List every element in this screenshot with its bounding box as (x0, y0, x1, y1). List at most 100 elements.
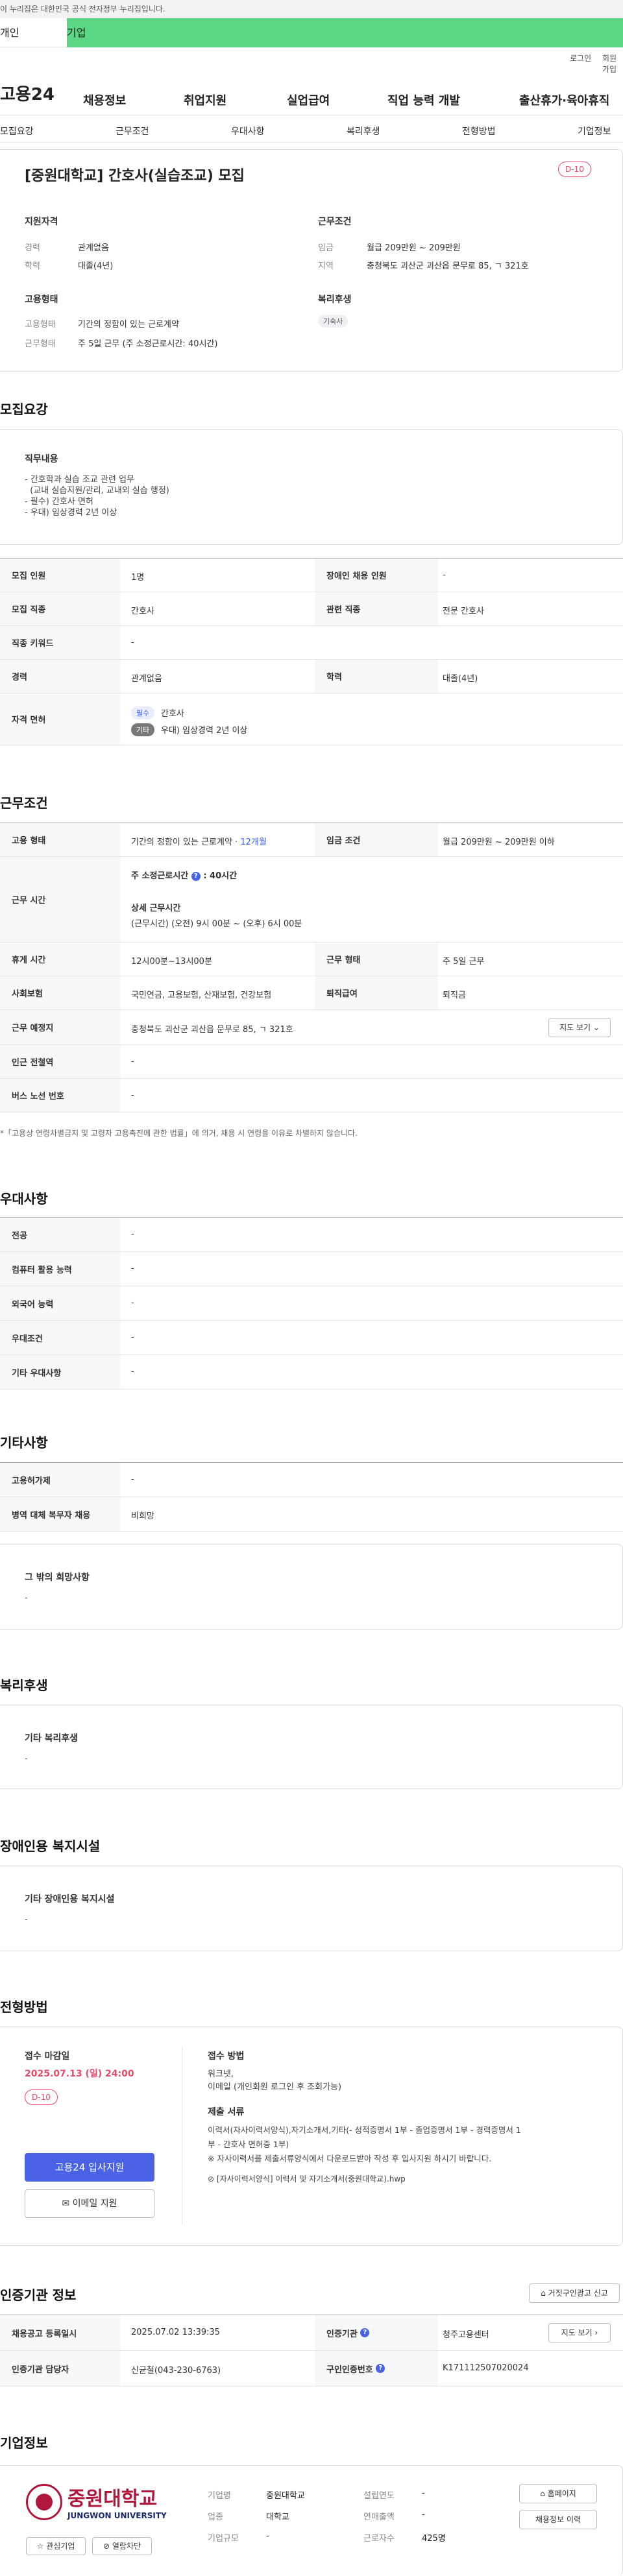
agency-table: 채용공고 등록일시 2025.07.02 13:39:35 인증기관 ? 청주고… (0, 2315, 623, 2387)
row-value: 1명 (131, 573, 145, 583)
row-header: 고용 형태 (0, 823, 120, 856)
chevron-down-icon: ⌄ (592, 1023, 600, 1032)
site-logo[interactable]: 고용24 (0, 81, 55, 105)
agency-map-button[interactable]: 지도 보기 › (548, 2323, 611, 2342)
apply-box: 접수 마감일 2025.07.13 (일) 24:00 D-10 고용24 입사… (0, 2027, 623, 2246)
subnav-work[interactable]: 근무조건 (116, 125, 149, 138)
industry-label: 업종 (208, 2512, 223, 2522)
row-value: - (131, 638, 134, 647)
documents-line: 부 - 간호사 면허증 1부) (208, 2139, 289, 2149)
tab-company[interactable]: 기업 (67, 18, 623, 47)
login-link[interactable]: 로그인 (570, 53, 591, 64)
company-name-label: 기업명 (208, 2491, 231, 2501)
row-header: 근무 시간 (0, 857, 120, 942)
row-header: 근무 형태 (315, 943, 438, 976)
info-icon[interactable]: ? (191, 871, 201, 881)
row-header: 직종 키워드 (0, 626, 120, 659)
row-value: - (131, 1298, 134, 1308)
company-name-value: 중원대학교 (266, 2491, 305, 2501)
table-row: 모집 인원 1명 장애인 채용 인원 - (0, 559, 623, 592)
email-apply-button[interactable]: ✉ 이메일 지원 (25, 2189, 154, 2218)
tab-company-label: 기업 (67, 27, 86, 39)
welfare-box-title: 기타 복리후생 (25, 1733, 79, 1744)
row-header: 모집 인원 (0, 559, 120, 592)
resume-file-link[interactable]: ⊘ [자사이력서양식] 이력서 및 자기소개서(중원대학교).hwp (208, 2174, 406, 2185)
sales-value: - (422, 2510, 425, 2520)
duty-line: (교내 실습지원/관리, 교내외 실습 행정) (25, 486, 169, 496)
attachment-icon: ⊘ (208, 2174, 215, 2184)
row-header: 외국어 능력 (0, 1286, 120, 1320)
job-history-button[interactable]: 채용정보 이력 (519, 2510, 597, 2529)
row-header: 휴게 시간 (0, 943, 120, 976)
university-seal-icon (26, 2484, 62, 2520)
map-button[interactable]: 지도 보기 ⌄ (548, 1018, 611, 1037)
duty-line: - 우대) 임상경력 2년 이상 (25, 508, 117, 518)
row-value: 월급 209만원 ~ 209만원 이하 (443, 837, 555, 847)
employment-type: 기간의 정함이 있는 근로계약 · (131, 837, 241, 847)
gnb-menu-jobs[interactable]: 채용정보 (83, 91, 126, 108)
license-value: 간호사 (161, 709, 184, 719)
hours-detail: (근무시간) (오전) 9시 00분 ~ (오후) 6시 00분 (131, 919, 302, 929)
license-value: 우대) 임상경력 2년 이상 (161, 726, 248, 736)
education-value: 대졸(4년) (78, 261, 114, 271)
method-line: 워크넷, (208, 2069, 234, 2079)
gnb-menu-unemployment-benefit[interactable]: 실업급여 (287, 91, 330, 108)
subnav-selection[interactable]: 전형방법 (462, 125, 496, 138)
row-header: 학력 (315, 660, 438, 693)
info-icon[interactable]: ? (360, 2328, 370, 2337)
facility-box-value: - (25, 1915, 28, 1925)
tab-person[interactable]: 개인 (0, 18, 67, 47)
area-value: 충청북도 괴산군 괴산읍 문무로 85, ㄱ 321호 (367, 261, 529, 271)
row-header: 경력 (0, 660, 120, 693)
other-table: 고용허가제 - 병역 대체 복무자 채용 비희망 (0, 1462, 623, 1532)
row-value: - (131, 1090, 134, 1100)
row-header: 사회보험 (0, 976, 120, 1009)
selection-section-title: 전형방법 (0, 1999, 48, 2015)
info-icon[interactable]: ? (376, 2364, 385, 2373)
subnav-welfare[interactable]: 복리후생 (347, 125, 380, 138)
method-line: 이메일 (개인회원 로그인 후 조회가능) (208, 2082, 342, 2092)
education-label: 학력 (25, 261, 40, 271)
hope-box: 그 밖의 희망사항 - (0, 1544, 623, 1630)
established-value: - (422, 2488, 425, 2498)
license-other-tag: 기타 (131, 723, 155, 736)
apply-button[interactable]: 고용24 입사지원 (25, 2153, 154, 2182)
row-header: 우대조건 (0, 1321, 120, 1354)
row-value: 비희망 (131, 1511, 154, 1521)
job-title: [중원대학교] 간호사(실습조교) 모집 (25, 168, 245, 184)
favorite-company-label: 관심기업 (46, 2542, 75, 2551)
false-ad-report-label: 거짓구인광고 신고 (548, 2289, 608, 2298)
employees-label: 근로자수 (363, 2534, 395, 2544)
other-section-title: 기타사항 (0, 1435, 48, 1451)
conditions-title: 근무조건 (318, 217, 352, 227)
homepage-button[interactable]: ⌂ 홈페이지 (519, 2484, 597, 2503)
subnav-company[interactable]: 기업정보 (578, 125, 611, 138)
row-header: 구인인증번호 ? (315, 2351, 438, 2386)
method-title: 접수 방법 (208, 2051, 245, 2062)
row-value: 간호사 (131, 607, 154, 616)
gov-banner: 이 누리집은 대한민국 공식 전자정부 누리집입니다. (0, 0, 623, 18)
home-icon: ⌂ (540, 2489, 545, 2498)
envelope-icon: ✉ (62, 2198, 70, 2209)
row-header: 전공 (0, 1218, 120, 1251)
favorite-company-button[interactable]: ☆ 관심기업 (26, 2537, 86, 2555)
preference-section-title: 우대사항 (0, 1191, 48, 1207)
weekly-hours-label: 주 소정근로시간 (131, 871, 189, 881)
false-ad-report-button[interactable]: ⌂ 거짓구인광고 신고 (529, 2283, 620, 2303)
row-value: - (131, 1332, 134, 1342)
table-row: 자격 면허 필수 간호사 기타 우대) 임상경력 2년 이상 (0, 693, 623, 745)
block-company-button[interactable]: ⊘ 열람차단 (92, 2537, 152, 2555)
weekly-hours: 주 소정근로시간 ? : 40시간 (131, 869, 237, 881)
agency-section-title: 인증기관 정보 (0, 2287, 77, 2303)
subnav-preference[interactable]: 우대사항 (231, 125, 265, 138)
row-header: 병역 대체 복무자 채용 (0, 1497, 120, 1531)
table-row: 전공 - (0, 1218, 623, 1252)
company-logo-en: JUNGWON UNIVERSITY (67, 2511, 167, 2520)
gnb-menu-maternity-leave[interactable]: 출산휴가·육아휴직 (519, 91, 609, 108)
industry-value: 대학교 (266, 2512, 289, 2522)
row-value: 전문 간호사 (443, 607, 484, 616)
row-value: 대졸(4년) (443, 674, 478, 684)
gnb-menu-vocational-training[interactable]: 직업 능력 개발 (387, 91, 460, 108)
gnb-menu-employment-support[interactable]: 취업지원 (184, 91, 226, 108)
subnav-recruit[interactable]: 모집요강 (0, 125, 34, 138)
